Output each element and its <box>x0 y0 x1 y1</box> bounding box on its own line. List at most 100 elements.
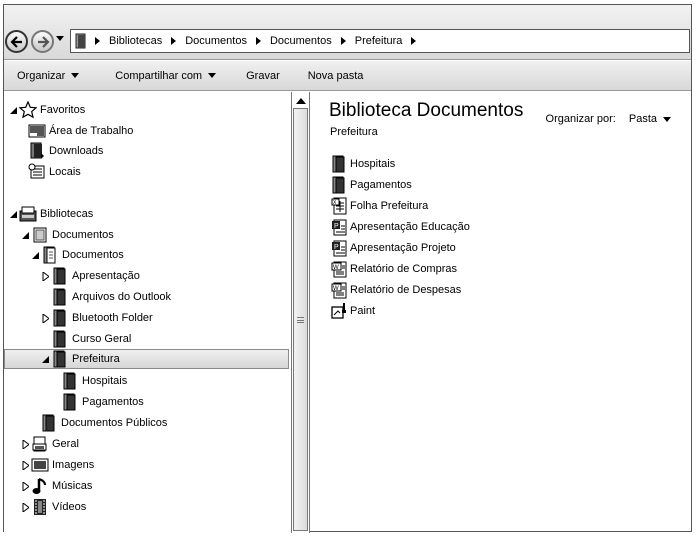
expanded-arrow-icon[interactable] <box>8 105 18 115</box>
file-item[interactable]: Pagamentos <box>330 175 412 195</box>
file-item[interactable]: W Relatório de Compras <box>330 259 457 279</box>
tree-item-general-course[interactable]: Curso Geral <box>51 329 131 349</box>
svg-text:P: P <box>334 223 339 230</box>
folder-icon <box>330 176 348 194</box>
breadcrumb-item[interactable]: Bibliotecas <box>95 35 162 47</box>
dropdown-arrow-icon[interactable] <box>663 116 671 122</box>
navigation-scrollbar[interactable] <box>291 92 310 533</box>
burn-button[interactable]: Gravar <box>228 61 292 90</box>
places-icon <box>28 163 46 181</box>
tree-label: Bluetooth Folder <box>72 312 153 324</box>
star-icon <box>19 101 37 119</box>
general-library-icon <box>31 435 49 453</box>
scroll-up-arrow-icon[interactable] <box>296 98 306 104</box>
breadcrumb-item[interactable]: Documentos <box>171 35 247 47</box>
share-button[interactable]: Compartilhar com <box>91 61 228 90</box>
breadcrumb-item[interactable]: Documentos <box>255 35 332 47</box>
scroll-thumb[interactable] <box>293 108 308 531</box>
file-item[interactable]: P Apresentação Educação <box>330 217 470 237</box>
tree-item-favorites[interactable]: Favoritos <box>8 100 85 120</box>
tree-label: Pagamentos <box>82 396 144 408</box>
folder-icon <box>330 155 348 173</box>
tree-item-payments[interactable]: Pagamentos <box>61 392 144 412</box>
breadcrumb-item[interactable]: Prefeitura <box>340 35 402 47</box>
arrange-by[interactable]: Organizar por: Pasta <box>546 113 671 125</box>
word-document-icon: W <box>330 281 348 299</box>
organize-button[interactable]: Organizar <box>4 61 91 90</box>
expanded-arrow-icon[interactable] <box>20 230 30 240</box>
file-name: Folha Prefeitura <box>350 200 429 212</box>
forward-button[interactable] <box>31 30 54 53</box>
tree-label: Locais <box>49 166 81 178</box>
forward-arrow-icon <box>37 35 50 48</box>
expanded-arrow-icon[interactable] <box>40 354 50 364</box>
folder-icon <box>51 309 69 327</box>
tree-item-documents-folder[interactable]: Documentos <box>30 245 124 265</box>
breadcrumb[interactable]: Bibliotecas Documentos Documentos Prefei… <box>70 29 690 53</box>
tree-item-documents-library[interactable]: Documentos <box>20 225 114 245</box>
address-bar: Bibliotecas Documentos Documentos Prefei… <box>4 5 691 60</box>
tree-item-general[interactable]: Geral <box>20 434 79 454</box>
history-dropdown-icon[interactable] <box>56 36 64 42</box>
new-folder-button[interactable]: Nova pasta <box>292 61 376 90</box>
folder-icon <box>51 288 69 306</box>
folder-icon <box>51 350 69 368</box>
tree-label: Músicas <box>52 480 93 492</box>
expanded-arrow-icon[interactable] <box>30 250 40 260</box>
content-pane: Biblioteca Documentos Prefeitura Organiz… <box>311 92 691 531</box>
file-item[interactable]: X Folha Prefeitura <box>330 196 428 216</box>
tree-item-city-hall[interactable]: Prefeitura <box>4 349 289 369</box>
tree-item-videos[interactable]: Vídeos <box>20 497 86 517</box>
collapsed-arrow-icon[interactable] <box>40 313 50 323</box>
arrange-value[interactable]: Pasta <box>629 113 657 125</box>
file-name: Apresentação Educação <box>350 221 470 233</box>
tree-item-music[interactable]: Músicas <box>20 476 92 496</box>
explorer-window: Bibliotecas Documentos Documentos Prefei… <box>3 4 692 533</box>
back-button[interactable] <box>5 30 28 53</box>
breadcrumb-chevron[interactable] <box>411 37 425 45</box>
svg-text:W: W <box>333 286 339 292</box>
tree-item-bluetooth[interactable]: Bluetooth Folder <box>40 308 153 328</box>
expanded-arrow-icon[interactable] <box>8 209 18 219</box>
tree-item-presentation[interactable]: Apresentação <box>40 266 140 286</box>
tree-item-outlook-files[interactable]: Arquivos do Outlook <box>51 287 171 307</box>
libraries-icon <box>19 205 37 223</box>
tree-label: Geral <box>52 438 79 450</box>
tree-label: Documentos <box>62 249 124 261</box>
dropdown-arrow-icon <box>71 73 80 78</box>
tree-label: Downloads <box>49 145 104 157</box>
file-name: Relatório de Compras <box>350 263 457 275</box>
collapsed-arrow-icon[interactable] <box>20 439 30 449</box>
file-item[interactable]: Hospitais <box>330 154 395 174</box>
collapsed-arrow-icon[interactable] <box>40 271 50 281</box>
file-item[interactable]: P Apresentação Projeto <box>330 238 456 258</box>
file-item[interactable]: W Relatório de Despesas <box>330 280 461 300</box>
command-toolbar: Organizar Compartilhar com Gravar Nova p… <box>4 61 691 91</box>
tree-item-public-documents[interactable]: Documentos Públicos <box>40 413 167 433</box>
tree-item-images[interactable]: Imagens <box>20 455 94 475</box>
folder-icon <box>51 267 69 285</box>
tree-item-hospitals[interactable]: Hospitais <box>61 371 127 391</box>
paint-icon <box>330 302 348 320</box>
tree-item-libraries[interactable]: Bibliotecas <box>8 204 93 224</box>
arrange-label: Organizar por: <box>545 113 616 125</box>
tree-item-desktop[interactable]: Área de Trabalho <box>28 121 133 141</box>
library-subtitle: Prefeitura <box>330 126 378 138</box>
file-name: Apresentação Projeto <box>350 242 456 254</box>
tree-label: Prefeitura <box>72 353 120 365</box>
tree-item-downloads[interactable]: Downloads <box>28 141 103 161</box>
tree-label: Curso Geral <box>72 333 132 345</box>
presentation-icon: P <box>330 239 348 257</box>
file-item[interactable]: Paint <box>330 301 375 321</box>
folder-icon <box>61 393 79 411</box>
file-name: Relatório de Despesas <box>350 284 462 296</box>
folder-icon <box>40 414 58 432</box>
tree-item-places[interactable]: Locais <box>28 162 81 182</box>
word-document-icon: W <box>330 260 348 278</box>
downloads-folder-icon <box>28 142 46 160</box>
collapsed-arrow-icon[interactable] <box>20 460 30 470</box>
file-name: Paint <box>350 305 376 317</box>
collapsed-arrow-icon[interactable] <box>20 502 30 512</box>
svg-text:W: W <box>333 265 339 271</box>
collapsed-arrow-icon[interactable] <box>20 481 30 491</box>
